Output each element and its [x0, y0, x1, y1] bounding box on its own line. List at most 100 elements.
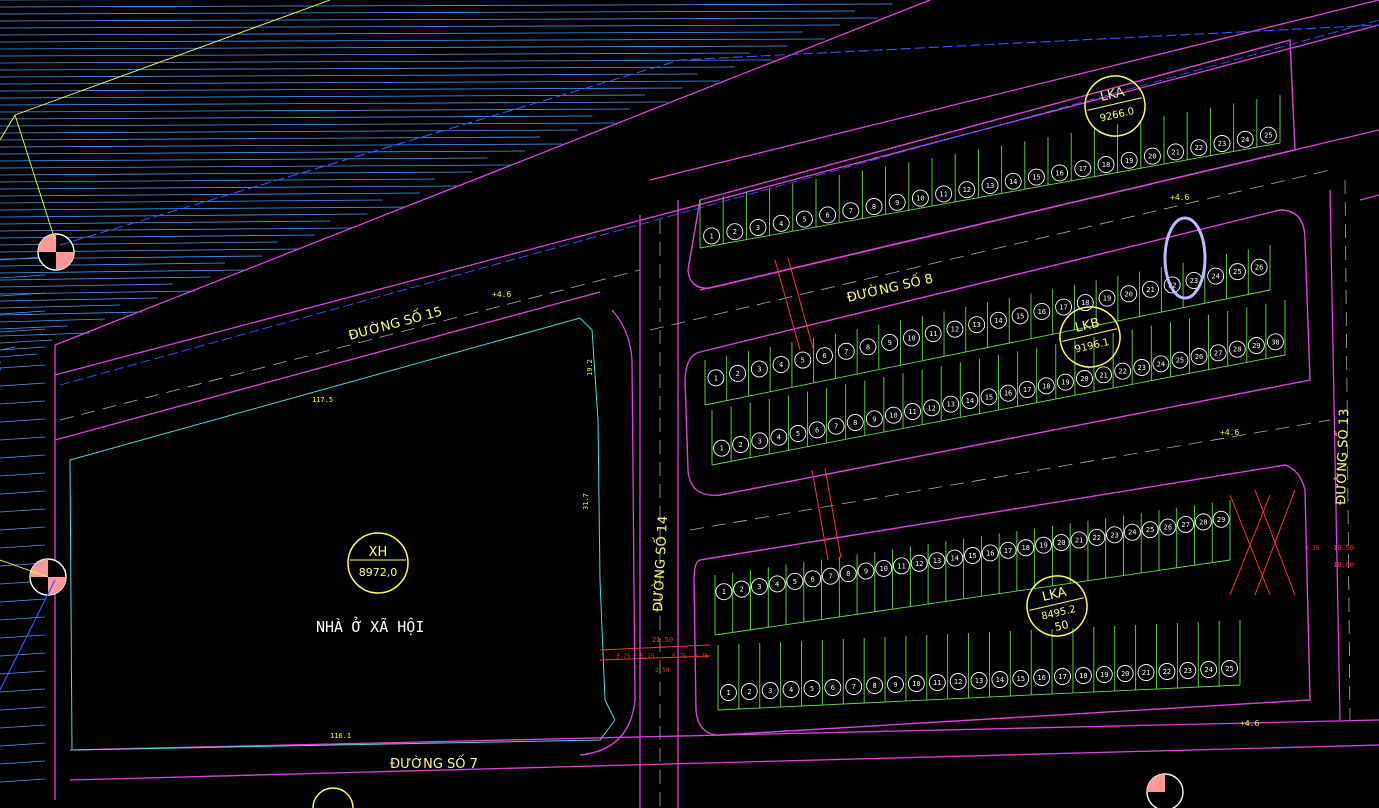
water-hatch-line: [0, 382, 46, 387]
lot-number: 10: [916, 195, 924, 203]
water-hatch-line: [0, 136, 541, 141]
water-hatch-line: [0, 101, 668, 106]
social-housing-area: 8972,0: [359, 566, 398, 579]
reserved-lots-hatch: [1229, 489, 1296, 596]
lot-number: 7: [828, 573, 832, 581]
lot-number: 21: [1146, 286, 1154, 294]
street-label-14: ĐƯỜNG SỐ 14: [649, 515, 671, 612]
lot-number: 8: [846, 570, 850, 578]
lot-number: 10: [879, 565, 887, 573]
survey-marker: [1146, 773, 1184, 808]
lot-number: 10: [907, 334, 915, 342]
selection-highlight[interactable]: [1163, 216, 1207, 300]
water-hatch-line: [0, 526, 46, 531]
lot-number: 24: [1211, 273, 1219, 281]
social-housing-name: NHÀ Ở XÃ HỘI: [316, 615, 424, 636]
lot-number: 14: [1009, 178, 1017, 186]
lot-number: 22: [1163, 668, 1171, 676]
lot-number: 28: [1233, 346, 1241, 354]
lot-number: 29: [1217, 516, 1225, 524]
water-hatch-line: [0, 454, 46, 459]
block-area-top: 9266.0: [1099, 106, 1136, 125]
water-hatch-line: [0, 17, 878, 22]
lot-number: 28: [1199, 518, 1207, 526]
dim-red-515: 5.15: [640, 653, 655, 660]
dim-red-1800: 18.00: [1333, 561, 1354, 569]
lot-number: 18: [1081, 299, 1089, 307]
lot-number: 21: [1099, 371, 1107, 379]
water-hatch-line: [0, 353, 38, 358]
lot-number: 25: [1146, 526, 1154, 534]
water-hatch-line: [0, 185, 458, 190]
lot-number: 16: [1037, 674, 1045, 682]
water-hatch-line: [0, 178, 436, 183]
road-boundaries: [54, 0, 1379, 808]
lot-number: 15: [985, 393, 993, 401]
water-hatch-line: [0, 400, 46, 405]
lot-number: 16: [1038, 308, 1046, 316]
lot-number: 6: [811, 575, 815, 583]
survey-marker: [37, 233, 75, 271]
water-hatch-line: [0, 199, 383, 204]
dim-red-1050: 10.50: [1333, 544, 1354, 552]
water-hatch-line: [0, 10, 856, 15]
lot-number: 5: [810, 685, 814, 693]
water-hatch-line: [0, 171, 473, 176]
lot-number: 8: [872, 203, 876, 211]
street-label-7: ĐƯỜNG SỐ 7: [390, 755, 478, 772]
water-hatch-line: [0, 31, 803, 36]
lot-number: 3: [758, 437, 762, 445]
lot-number: 9: [893, 681, 897, 689]
lot-number: 24: [1128, 529, 1136, 537]
lot-number: 10: [889, 412, 897, 420]
lot-number: 22: [1195, 144, 1203, 152]
lot-number: 15: [1017, 675, 1025, 683]
lot-number: 2: [739, 441, 743, 449]
lot-number: 12: [915, 560, 923, 568]
lot-number: 5: [802, 216, 806, 224]
lot-number: 3: [756, 224, 760, 232]
lot-number: 14: [951, 555, 959, 563]
water-hatch-line: [0, 652, 46, 657]
lot-number: 19: [1061, 379, 1069, 387]
water-hatch-line: [0, 508, 46, 513]
cad-drawing-canvas[interactable]: 1234567891011121314151617181920212223242…: [0, 0, 1379, 808]
water-hatch-line: [0, 760, 46, 765]
water-hatch-line: [0, 332, 91, 337]
water-hatch-line: [0, 318, 106, 323]
water-hatch-line: [0, 634, 46, 639]
water-hatch-line: [0, 742, 46, 747]
lot-number: 9: [895, 199, 899, 207]
lot-number: 8: [872, 682, 876, 690]
water-hatch-line: [0, 108, 631, 113]
lot-number: 19: [1100, 671, 1108, 679]
dim-red-575: 5.75: [672, 653, 687, 660]
water-hatch-line: [0, 297, 158, 302]
water-hatch-line: [0, 283, 173, 288]
lot-number: 1: [709, 232, 713, 240]
lot-number: 4: [789, 686, 793, 694]
lot-number: 5: [801, 357, 805, 365]
lot-number-circles: 1234567891011121314151617181920212223242…: [703, 126, 1284, 701]
lot-number: 13: [972, 321, 980, 329]
lot-number: 30: [1271, 338, 1279, 346]
lot-number: 15: [1016, 312, 1024, 320]
water-hatch-line: [0, 87, 683, 92]
dim-red-375a: 3.75: [616, 653, 631, 660]
water-hatch-line: [0, 45, 788, 50]
lot-number: 12: [951, 326, 959, 334]
lot-number: 21: [1075, 536, 1083, 544]
lot-number: 3: [768, 687, 772, 695]
water-hatch-line: [0, 544, 46, 549]
lot-number: 11: [897, 562, 905, 570]
lot-number: 9: [864, 568, 868, 576]
lot-number: 25: [1176, 357, 1184, 365]
road-centerlines: [59, 169, 1351, 808]
lot-number: 25: [1225, 665, 1233, 673]
water-hatch-line: [0, 670, 46, 675]
dim-height-right: 19.2: [586, 359, 594, 376]
lot-number: 17: [1059, 304, 1067, 312]
water-hatch-line: [0, 290, 196, 295]
lot-number: 23: [1184, 667, 1192, 675]
lot-number: 16: [986, 549, 994, 557]
